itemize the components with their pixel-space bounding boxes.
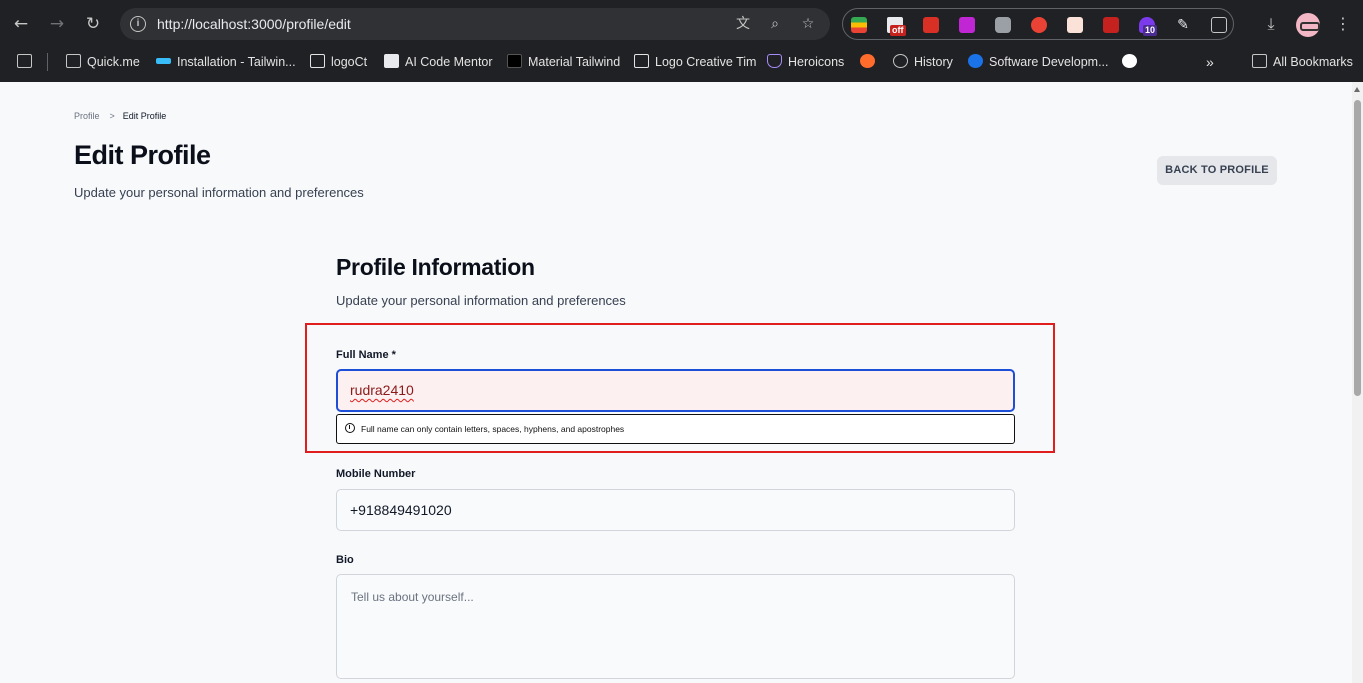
url-text[interactable]: http://localhost:3000/profile/edit (157, 16, 351, 32)
site-info-icon[interactable]: i (130, 16, 146, 32)
full-name-input[interactable]: rudra2410 (336, 369, 1015, 412)
software-dev-icon (968, 54, 983, 68)
history-icon (893, 54, 908, 68)
ai-icon (384, 54, 399, 68)
bookmark-item[interactable]: logoCt (310, 54, 367, 72)
eyedropper-icon[interactable]: ✎ (1175, 17, 1191, 33)
address-bar[interactable]: i http://localhost:3000/profile/edit 文 ⌕… (120, 8, 830, 40)
apps-grid-icon[interactable] (17, 54, 38, 72)
bookmark-item[interactable] (1122, 54, 1143, 72)
bio-placeholder: Tell us about yourself... (351, 590, 474, 604)
bio-textarea[interactable]: Tell us about yourself... (336, 574, 1015, 679)
mobile-number-label: Mobile Number (336, 468, 416, 480)
page-subtitle: Update your personal information and pre… (74, 185, 364, 200)
bookmark-item[interactable]: AI Code Mentor (384, 54, 493, 72)
section-title: Profile Information (336, 254, 535, 280)
full-name-value: rudra2410 (350, 382, 414, 398)
zoom-icon[interactable]: ⌕ (765, 14, 785, 34)
bookmark-item[interactable]: Software Developm... (968, 54, 1109, 72)
heroicons-shield-icon (767, 54, 782, 68)
bookmark-item[interactable]: Logo Creative Tim (634, 54, 756, 72)
browser-chrome: ← → ↻ i http://localhost:3000/profile/ed… (0, 0, 1363, 82)
extension-camera-icon[interactable] (995, 17, 1011, 33)
validation-message: Full name can only contain letters, spac… (361, 424, 625, 434)
page-scrollbar[interactable] (1352, 82, 1363, 683)
back-to-profile-button[interactable]: BACK TO PROFILE (1157, 156, 1277, 185)
bio-label: Bio (336, 554, 354, 566)
extension-pdf-icon[interactable] (1103, 17, 1119, 33)
extensions-puzzle-icon[interactable] (1211, 17, 1227, 33)
bookmarks-overflow-icon[interactable]: » (1206, 54, 1214, 72)
folder-icon (66, 54, 81, 68)
clock-alert-icon (345, 423, 355, 433)
page-content: Profile > Edit Profile Edit Profile Update… (0, 82, 1352, 683)
section-subtitle: Update your personal information and pre… (336, 293, 626, 308)
bookmark-item[interactable]: Quick.me (66, 54, 140, 72)
bookmark-item[interactable]: Installation - Tailwin... (156, 54, 296, 72)
scroll-up-arrow-icon[interactable] (1354, 87, 1360, 92)
extensions-group: off 10 ✎ (842, 8, 1234, 40)
extension-count-badge: 10 (1143, 25, 1158, 36)
reload-icon[interactable]: ↻ (81, 12, 105, 36)
mobile-number-input[interactable]: +918849491020 (336, 489, 1015, 531)
tailwind-icon (156, 58, 171, 64)
forward-arrow-icon[interactable]: → (45, 12, 69, 36)
profile-avatar[interactable] (1296, 13, 1320, 37)
full-name-label: Full Name * (336, 349, 396, 361)
bookmark-item[interactable]: History (893, 54, 953, 72)
folder-icon (1252, 54, 1267, 68)
material-tailwind-icon (507, 54, 522, 68)
bookmark-item[interactable]: Heroicons (767, 54, 844, 72)
breadcrumb-separator: > (109, 111, 115, 121)
bookmark-item[interactable]: Material Tailwind (507, 54, 620, 72)
logo-ct-icon (310, 54, 325, 68)
bookmark-item[interactable] (860, 54, 881, 72)
menu-dots-icon[interactable]: ⋮ (1331, 12, 1355, 36)
breadcrumb: Profile > Edit Profile (74, 111, 166, 121)
mobile-number-value: +918849491020 (350, 502, 452, 518)
page-title: Edit Profile (74, 140, 211, 170)
breadcrumb-profile-link[interactable]: Profile (74, 111, 100, 121)
scrollbar-thumb[interactable] (1354, 100, 1361, 396)
bookmarks-bar: Quick.me Installation - Tailwin... logoC… (0, 48, 1363, 76)
download-icon[interactable]: ⤓ (1259, 12, 1283, 36)
extension-grid-icon[interactable] (923, 17, 939, 33)
validation-tooltip: Full name can only contain letters, spac… (336, 414, 1015, 444)
breadcrumb-current: Edit Profile (122, 111, 167, 121)
extension-stack-icon[interactable] (851, 17, 867, 33)
cpanel-icon (860, 54, 875, 68)
bookmarks-divider (47, 53, 48, 71)
browser-toolbar: ← → ↻ i http://localhost:3000/profile/ed… (0, 0, 1363, 48)
bookmark-star-icon[interactable]: ☆ (798, 14, 818, 34)
all-bookmarks[interactable]: All Bookmarks (1252, 54, 1353, 72)
extension-mail-icon[interactable] (1067, 17, 1083, 33)
creative-tim-icon (634, 54, 649, 68)
extension-off-badge: off (890, 25, 906, 36)
translate-icon[interactable]: 文 (733, 14, 753, 34)
triangle-logo-icon (1122, 54, 1137, 68)
extension-hand-icon[interactable] (1031, 17, 1047, 33)
extension-purple-icon[interactable] (959, 17, 975, 33)
back-arrow-icon[interactable]: ← (9, 12, 33, 36)
